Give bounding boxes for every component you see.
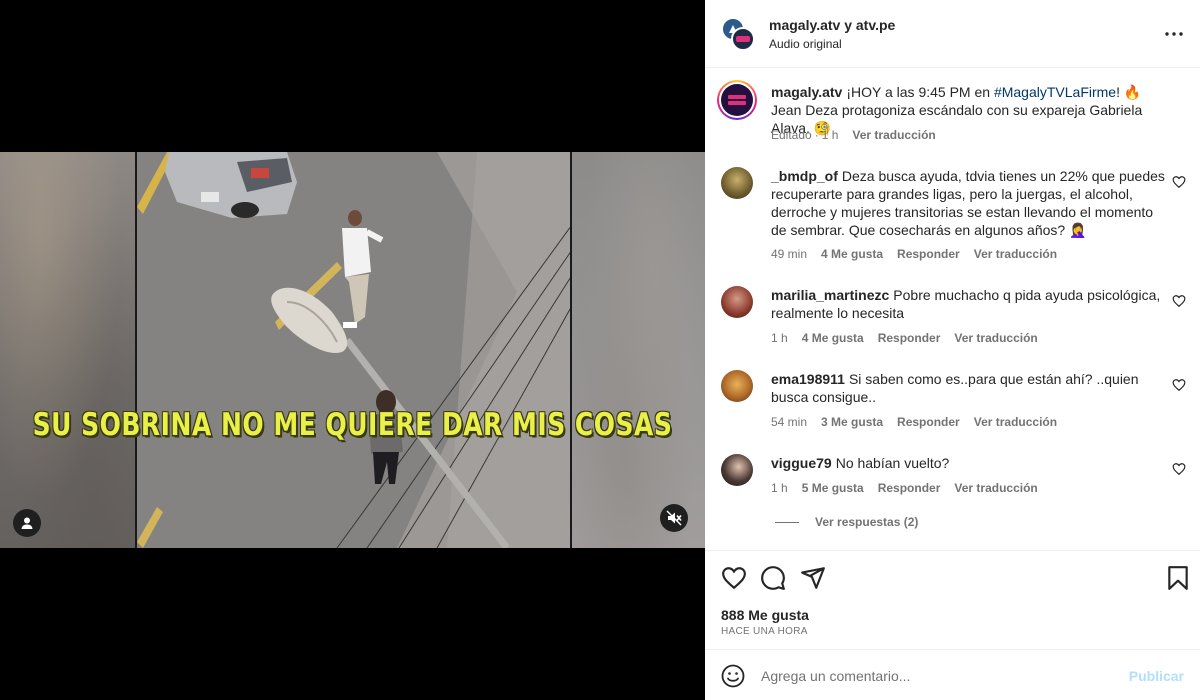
view-replies-button[interactable]: Ver respuestas (2) [775, 515, 918, 529]
likes-count[interactable]: 888 Me gusta [721, 607, 809, 623]
tagged-users-button[interactable] [13, 509, 41, 537]
comment-icon[interactable] [760, 565, 786, 591]
translate-link[interactable]: Ver traducción [954, 481, 1037, 495]
comment-likes[interactable]: 3 Me gusta [821, 415, 883, 429]
comment-text: viggue79 No habían vuelto? [771, 454, 1166, 472]
comment-bar: Publicar [705, 649, 1200, 700]
publish-button[interactable]: Publicar [1129, 668, 1184, 684]
comment-likes[interactable]: 5 Me gusta [802, 481, 864, 495]
user-icon [21, 517, 33, 529]
comment-username[interactable]: ema198911 [771, 371, 845, 387]
video-blur-right [572, 152, 705, 548]
comment-username[interactable]: viggue79 [771, 455, 832, 471]
audio-label[interactable]: Audio original [769, 37, 842, 51]
translate-link[interactable]: Ver traducción [974, 415, 1057, 429]
comment-text: marilia_martinezc Pobre muchacho q pida a… [771, 286, 1166, 322]
comment-meta: 1 h 5 Me gusta Responder Ver traducción [771, 481, 1052, 495]
avatar[interactable] [721, 286, 753, 318]
video-subtitle: SU SOBRINA NO ME QUIERE DAR MIS COSAS [32, 406, 673, 443]
bookmark-icon[interactable] [1165, 565, 1191, 591]
comment-time: 1 h [771, 331, 788, 345]
edited-label: Editado [771, 128, 812, 142]
mute-button[interactable] [660, 504, 688, 532]
reply-button[interactable]: Responder [897, 247, 960, 261]
reply-button[interactable]: Responder [878, 481, 941, 495]
media-panel: SU SOBRINA NO ME QUIERE DAR MIS COSAS [0, 0, 705, 700]
avatar-magaly [731, 27, 755, 51]
caption-time: 1 h [821, 128, 839, 142]
video-blur-left [0, 152, 135, 548]
comment-username[interactable]: marilia_martinezc [771, 287, 889, 303]
translate-link[interactable]: Ver traducción [954, 331, 1037, 345]
comment-time: 54 min [771, 415, 808, 429]
comment-text: ema198911 Si saben como es..para que está… [771, 370, 1166, 406]
more-options-button[interactable] [1162, 22, 1186, 46]
comment-body: No habían vuelto? [835, 455, 950, 471]
comment-meta: 54 min 3 Me gusta Responder Ver traducción [771, 415, 1071, 429]
video-scene [135, 152, 572, 548]
heart-icon[interactable] [1172, 462, 1186, 476]
caption-hashtag[interactable]: #MagalyTVLaFirme [994, 84, 1116, 100]
post-header: magaly.atv y atv.pe Audio original [705, 0, 1200, 68]
translate-link[interactable]: Ver traducción [974, 247, 1057, 261]
video-frame[interactable]: SU SOBRINA NO ME QUIERE DAR MIS COSAS [0, 152, 705, 548]
replies-divider [775, 521, 799, 523]
send-icon[interactable] [800, 565, 826, 591]
caption-translate-link[interactable]: Ver traducción [852, 128, 935, 142]
post-owner-names[interactable]: magaly.atv y atv.pe [769, 17, 895, 33]
caption-meta: Editado · 1 h Ver traducción [771, 128, 936, 142]
avatar[interactable] [721, 167, 753, 199]
caption-username[interactable]: magaly.atv [771, 84, 842, 100]
comment-input[interactable] [761, 665, 1121, 687]
speaker-muted-icon [666, 510, 682, 526]
post-side-panel: magaly.atv y atv.pe Audio original magal… [705, 0, 1200, 700]
comment-username[interactable]: _bmdp_of [771, 168, 838, 184]
caption-text-part: ¡HOY a las 9:45 PM en [846, 84, 994, 100]
comment-time: 49 min [771, 247, 808, 261]
reply-button[interactable]: Responder [897, 415, 960, 429]
collab-avatars[interactable] [721, 17, 757, 53]
emoji-icon[interactable] [721, 664, 745, 688]
view-replies-label: Ver respuestas (2) [815, 515, 919, 529]
comments-section: magaly.atv ¡HOY a las 9:45 PM en #MagalyT… [705, 69, 1200, 549]
heart-icon[interactable] [1172, 175, 1186, 189]
street-scene-illustration [137, 152, 570, 548]
caption-avatar[interactable] [717, 80, 757, 120]
heart-icon[interactable] [1172, 378, 1186, 392]
more-horizontal-icon [1165, 32, 1183, 36]
post-actions: 888 Me gusta HACE UNA HORA [705, 550, 1200, 648]
avatar[interactable] [721, 454, 753, 486]
comment-text: _bmdp_of Deza busca ayuda, tdvia tienes u… [771, 167, 1166, 239]
comment-time: 1 h [771, 481, 788, 495]
comment-meta: 49 min 4 Me gusta Responder Ver traducción [771, 247, 1071, 261]
heart-icon[interactable] [721, 565, 747, 591]
reply-button[interactable]: Responder [878, 331, 941, 345]
heart-icon[interactable] [1172, 294, 1186, 308]
comment-likes[interactable]: 4 Me gusta [821, 247, 883, 261]
comment-meta: 1 h 4 Me gusta Responder Ver traducción [771, 331, 1052, 345]
post-timestamp: HACE UNA HORA [721, 626, 808, 637]
comment-likes[interactable]: 4 Me gusta [802, 331, 864, 345]
avatar[interactable] [721, 370, 753, 402]
